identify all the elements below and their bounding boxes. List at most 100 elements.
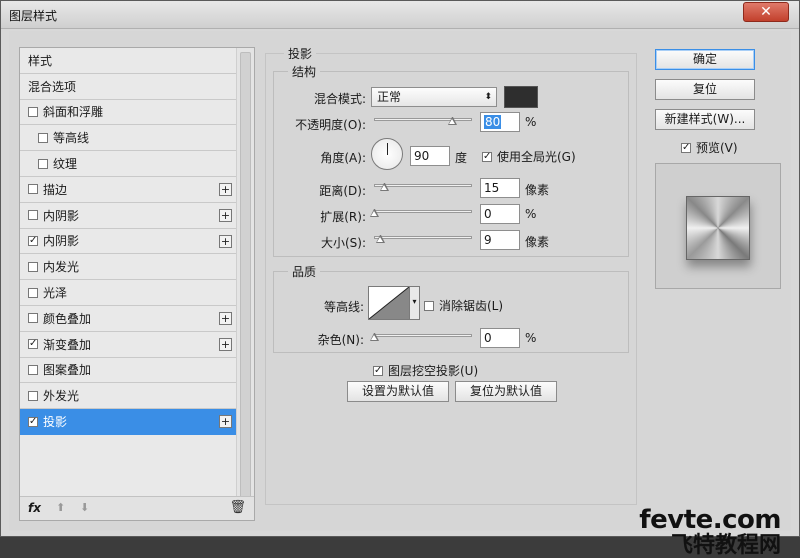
style-list-toolbar: fx ⬆ ⬇ 🗑: [20, 496, 254, 520]
checkbox-icon: ✓: [482, 150, 492, 162]
checkbox-icon[interactable]: [28, 261, 38, 272]
checkbox-icon[interactable]: [28, 184, 38, 195]
fx-icon[interactable]: fx: [28, 501, 41, 515]
watermark-site-name: 飞特教程网: [670, 533, 781, 558]
watermark: fevte.com 飞特教程网: [639, 507, 781, 557]
add-effect-icon[interactable]: +: [219, 208, 232, 222]
style-list-item-label: 图案叠加: [43, 363, 92, 378]
style-list-item[interactable]: 斜面和浮雕: [20, 99, 236, 126]
new-style-button[interactable]: 新建样式(W)...: [655, 109, 755, 130]
checkbox-icon[interactable]: [28, 364, 38, 375]
style-list-scrollbar[interactable]: [236, 48, 254, 518]
add-effect-icon[interactable]: +: [219, 234, 232, 248]
quality-title: 品质: [288, 263, 321, 280]
title-bar: 图层样式 ✕: [1, 1, 799, 29]
close-button[interactable]: ✕: [743, 2, 789, 22]
checkbox-icon[interactable]: [28, 313, 38, 324]
style-list-item[interactable]: 混合选项: [20, 73, 236, 100]
style-list-item-label: 斜面和浮雕: [43, 105, 104, 120]
style-list-item-label: 外发光: [43, 389, 80, 404]
size-unit: 像素: [525, 235, 550, 249]
noise-input[interactable]: 0: [480, 328, 520, 348]
add-effect-icon[interactable]: +: [219, 415, 232, 429]
angle-input[interactable]: 90: [410, 146, 450, 166]
opacity-slider-thumb[interactable]: [448, 117, 458, 125]
distance-input[interactable]: 15: [480, 178, 520, 198]
noise-label: 杂色(N):: [317, 333, 364, 347]
checkbox-icon[interactable]: [28, 210, 38, 221]
size-slider[interactable]: [374, 236, 472, 239]
ok-button[interactable]: 确定: [655, 49, 755, 70]
add-effect-icon[interactable]: +: [219, 337, 232, 351]
size-slider-thumb[interactable]: [375, 235, 385, 243]
checkbox-icon[interactable]: [38, 158, 48, 169]
checkbox-icon: [424, 300, 434, 311]
style-list-item-label: 颜色叠加: [43, 311, 92, 326]
style-list-item-label: 等高线: [53, 131, 90, 146]
distance-slider-thumb[interactable]: [379, 183, 389, 191]
checkbox-icon[interactable]: [28, 106, 38, 117]
checkbox-icon[interactable]: ✓: [28, 339, 38, 350]
checkbox-icon[interactable]: [28, 287, 38, 298]
style-list-item[interactable]: ✓ 内阴影 +: [20, 228, 236, 255]
add-effect-icon[interactable]: +: [219, 182, 232, 196]
blend-mode-value: 正常: [377, 90, 402, 104]
structure-group: 结构 混合模式: 正常 ⬍ 不透明度(O): 80 % 角度(A): 90 度 …: [273, 63, 629, 257]
spread-slider[interactable]: [374, 210, 472, 213]
style-list-item[interactable]: ✓ 投影 +: [20, 409, 236, 435]
checkbox-icon[interactable]: ✓: [28, 416, 38, 427]
style-list-item[interactable]: 描边 +: [20, 176, 236, 203]
style-list-item[interactable]: 内阴影 +: [20, 202, 236, 229]
structure-title: 结构: [288, 63, 321, 80]
spread-slider-thumb[interactable]: [370, 209, 379, 217]
distance-label: 距离(D):: [319, 184, 366, 198]
noise-unit: %: [525, 331, 537, 345]
knockout-checkbox[interactable]: ✓ 图层挖空投影(U): [373, 362, 478, 379]
style-list-item-label: 描边: [43, 182, 68, 197]
style-list-item[interactable]: 内发光: [20, 254, 236, 281]
checkbox-icon: ✓: [373, 364, 383, 376]
spread-input[interactable]: 0: [480, 204, 520, 224]
style-list-item[interactable]: 纹理: [20, 151, 236, 177]
anti-alias-checkbox[interactable]: 消除锯齿(L): [424, 297, 503, 314]
reset-default-button[interactable]: 复位为默认值: [455, 381, 557, 402]
move-down-icon[interactable]: ⬇: [80, 501, 89, 514]
trash-icon[interactable]: 🗑: [229, 500, 246, 515]
spread-unit: %: [525, 207, 537, 221]
checkbox-icon[interactable]: [28, 390, 38, 401]
blend-mode-select[interactable]: 正常 ⬍: [371, 87, 497, 107]
size-input[interactable]: 9: [480, 230, 520, 250]
dialog-client: 样式 混合选项 斜面和浮雕 等高线 纹理 描边 + 内阴影 + ✓ 内阴影 + 内发光 光泽 颜色叠加 + ✓ 渐…: [9, 31, 791, 557]
spread-label: 扩展(R):: [320, 210, 366, 224]
style-list-item[interactable]: 等高线: [20, 125, 236, 152]
style-list-item[interactable]: 样式: [20, 48, 236, 74]
angle-unit: 度: [455, 151, 468, 165]
style-list-item[interactable]: 光泽: [20, 280, 236, 306]
anti-alias-label: 消除锯齿(L): [439, 299, 504, 313]
angle-dial[interactable]: [371, 138, 403, 170]
style-list-item[interactable]: ✓ 渐变叠加 +: [20, 331, 236, 358]
add-effect-icon[interactable]: +: [219, 311, 232, 325]
noise-slider-thumb[interactable]: [370, 333, 379, 341]
angle-label: 角度(A):: [320, 151, 366, 165]
scrollbar-thumb[interactable]: [240, 52, 251, 502]
preview-checkbox[interactable]: ✓ 预览(V): [681, 139, 738, 156]
style-list-item[interactable]: 颜色叠加 +: [20, 305, 236, 332]
style-list-item[interactable]: 图案叠加: [20, 357, 236, 384]
contour-dropdown-arrow[interactable]: ▾: [410, 286, 420, 320]
style-list-item-label: 光泽: [43, 286, 68, 301]
shadow-color-swatch[interactable]: [504, 86, 538, 108]
checkbox-icon[interactable]: [38, 132, 48, 143]
checkbox-icon[interactable]: ✓: [28, 235, 38, 246]
knockout-label: 图层挖空投影(U): [388, 364, 479, 378]
opacity-input[interactable]: 80: [480, 112, 520, 132]
make-default-button[interactable]: 设置为默认值: [347, 381, 449, 402]
noise-slider[interactable]: [374, 334, 472, 337]
style-list-item[interactable]: 外发光: [20, 383, 236, 410]
blend-mode-label: 混合模式:: [313, 92, 366, 106]
global-light-checkbox[interactable]: ✓ 使用全局光(G): [482, 148, 576, 165]
size-label: 大小(S):: [320, 236, 366, 250]
reset-button[interactable]: 复位: [655, 79, 755, 100]
move-up-icon[interactable]: ⬆: [56, 501, 65, 514]
contour-picker[interactable]: [368, 286, 410, 320]
